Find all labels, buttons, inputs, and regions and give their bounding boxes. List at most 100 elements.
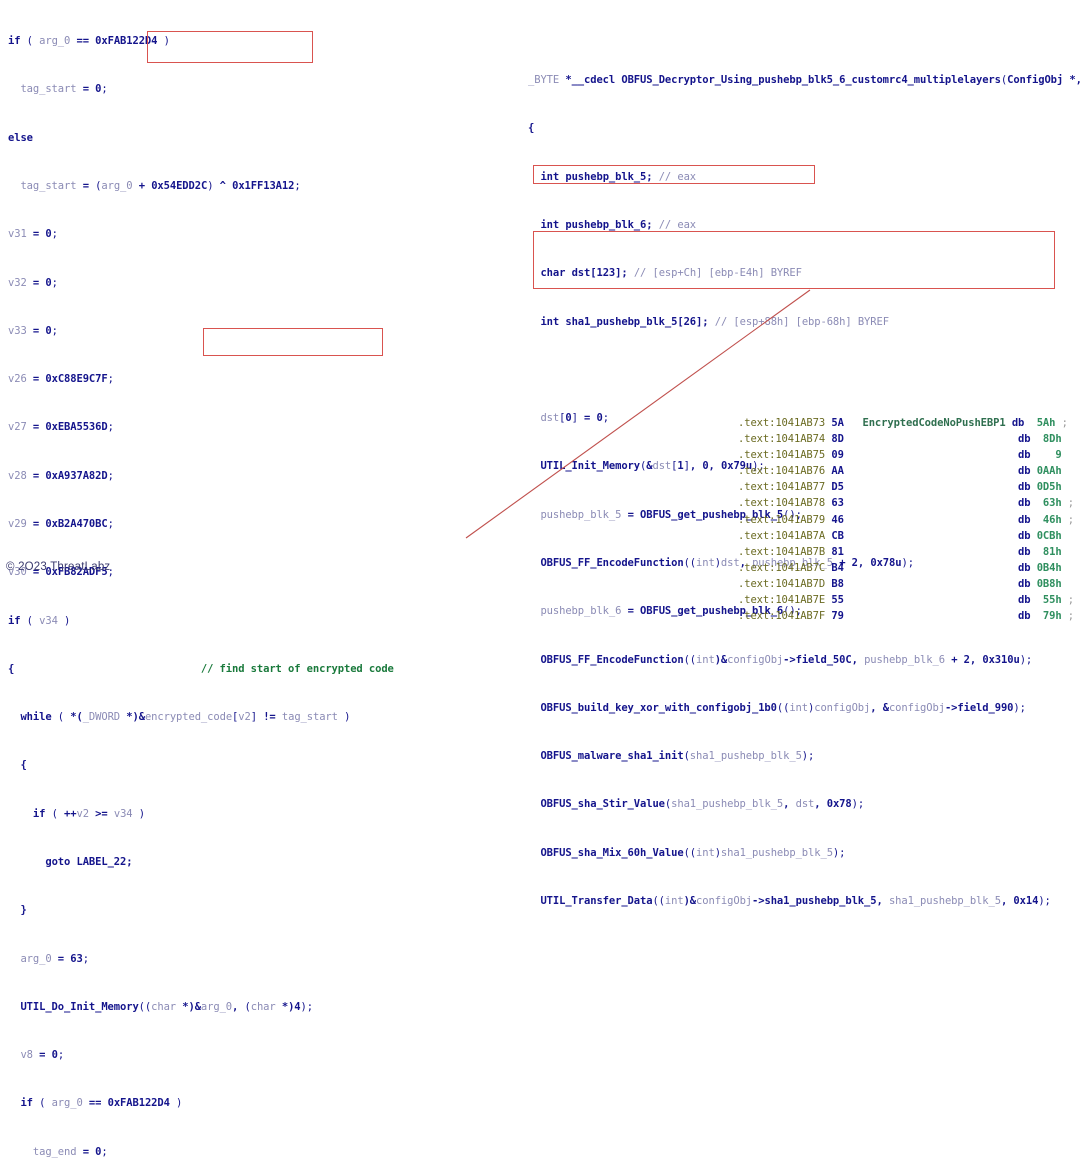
disassembly-bytes: 79 <box>831 610 844 623</box>
screenshot-root: { "colors": { "background": "#ffffff", "… <box>0 0 1080 1158</box>
disassembly-gap <box>844 449 1018 461</box>
disassembly-comment: ; c <box>1067 497 1075 510</box>
disassembly-comment: ; y <box>1067 610 1075 623</box>
code-line: int sha1_pushebp_blk_5[26]; // [esp+88h]… <box>540 315 889 328</box>
disassembly-gap <box>844 481 1018 493</box>
disassembly-row[interactable]: .text:1041AB75 09 db 9 <box>738 447 1080 463</box>
code-line: UTIL_Transfer_Data((int)&configObj->sha1… <box>540 894 1051 907</box>
disassembly-bytes: 55 <box>831 594 844 607</box>
code-line: v29 = 0xB2A470BC; <box>8 518 114 530</box>
code-line: v8 = 0; <box>20 1049 65 1062</box>
code-line: v28 = 0xA937A82D; <box>8 469 114 482</box>
disassembly-operand: 0CBh <box>1030 529 1062 542</box>
disassembly-comment: ; U <box>1067 594 1075 607</box>
code-line: UTIL_Do_Init_Memory((char *)&arg_0, (cha… <box>20 1000 313 1013</box>
code-line: if ( arg_0 == 0xFAB122D4 ) <box>20 1097 183 1110</box>
disassembly-bytes: B4 <box>831 561 844 574</box>
disassembly-operand: 55h <box>1030 594 1062 607</box>
code-line: OBFUS_FF_EncodeFunction((int)&configObj-… <box>540 653 1033 666</box>
disassembly-bytes: 63 <box>831 497 844 510</box>
disassembly-bytes: 46 <box>831 513 844 526</box>
code-line: OBFUS_build_key_xor_with_configobj_1b0((… <box>540 701 1026 714</box>
disassembly-panel: .text:1041AB73 5A EncryptedCodeNoPushEBP… <box>738 415 1080 624</box>
disassembly-row[interactable]: .text:1041AB7E 55 db 55h ; U <box>738 592 1080 608</box>
disassembly-row[interactable]: .text:1041AB76 AA db 0AAh <box>738 463 1080 479</box>
disassembly-row[interactable]: .text:1041AB78 63 db 63h ; c <box>738 495 1080 511</box>
disassembly-mnemonic: db <box>1018 433 1031 446</box>
disassembly-bytes: B8 <box>831 577 844 590</box>
disassembly-gap <box>844 497 1018 509</box>
code-line: int pushebp_blk_6; // eax <box>540 219 697 232</box>
function-signature: _BYTE *__cdecl OBFUS_Decryptor_Using_pus… <box>528 74 1080 87</box>
code-line: { // find start of encrypted code <box>8 662 394 675</box>
code-line: while ( *(_DWORD *)&encrypted_code[v2] !… <box>20 711 351 724</box>
disassembly-address: .text:1041AB7D <box>738 577 826 590</box>
disassembly-address: .text:1041AB7E <box>738 594 826 607</box>
code-line: char dst[123]; // [esp+Ch] [ebp-E4h] BYR… <box>540 267 802 280</box>
code-line: v27 = 0xEBA5536D; <box>8 421 114 434</box>
disassembly-row[interactable]: .text:1041AB74 8D db 8Dh <box>738 431 1080 447</box>
disassembly-mnemonic: db <box>1018 449 1031 462</box>
code-line: v26 = 0xC88E9C7F; <box>8 373 114 386</box>
code-line: { <box>20 759 27 772</box>
disassembly-mnemonic: db <box>1018 497 1031 510</box>
disassembly-row[interactable]: .text:1041AB7B 81 db 81h <box>738 544 1080 560</box>
disassembly-gap <box>844 417 863 429</box>
disassembly-address: .text:1041AB7B <box>738 545 826 558</box>
disassembly-bytes: 81 <box>831 545 844 558</box>
disassembly-comment: ; <box>1055 417 1068 429</box>
disassembly-row[interactable]: .text:1041AB77 D5 db 0D5h <box>738 479 1080 495</box>
disassembly-operand: 9 <box>1030 449 1062 462</box>
disassembly-mnemonic: db <box>1018 545 1031 558</box>
disassembly-operand: 0D5h <box>1030 481 1062 494</box>
code-line: v32 = 0; <box>8 276 58 289</box>
code-line: OBFUS_malware_sha1_init(sha1_pushebp_blk… <box>540 750 815 763</box>
disassembly-operand: 0B8h <box>1030 577 1062 590</box>
disassembly-mnemonic: db <box>1018 529 1031 542</box>
disassembly-row[interactable]: .text:1041AB73 5A EncryptedCodeNoPushEBP… <box>738 415 1080 431</box>
disassembly-label[interactable]: EncryptedCodeNoPushEBP1 <box>862 417 1005 429</box>
code-line: tag_end = 0; <box>32 1145 108 1158</box>
disassembly-address: .text:1041AB75 <box>738 449 826 462</box>
disassembly-row[interactable]: .text:1041AB79 46 db 46h ; F <box>738 512 1080 528</box>
disassembly-mnemonic: db <box>1018 561 1031 574</box>
disassembly-address: .text:1041AB7A <box>738 529 826 542</box>
disassembly-bytes: 09 <box>831 449 844 462</box>
disassembly-gap <box>844 530 1018 542</box>
disassembly-gap <box>844 465 1018 477</box>
disassembly-mnemonic: db <box>1018 465 1031 478</box>
disassembly-address: .text:1041AB76 <box>738 465 826 478</box>
disassembly-row[interactable]: .text:1041AB7A CB db 0CBh <box>738 528 1080 544</box>
disassembly-address: .text:1041AB73 <box>738 417 826 429</box>
disassembly-gap <box>844 578 1018 590</box>
disassembly-gap <box>844 433 1018 445</box>
code-line: OBFUS_sha_Mix_60h_Value((int)sha1_pusheb… <box>540 846 846 859</box>
disassembly-row[interactable]: .text:1041AB7D B8 db 0B8h <box>738 576 1080 592</box>
disassembly-address: .text:1041AB7F <box>738 610 826 623</box>
code-line: { <box>528 122 535 135</box>
code-line: tag_start = (arg_0 + 0x54EDD2C) ^ 0x1FF1… <box>20 180 301 193</box>
disassembly-gap <box>844 594 1018 606</box>
disassembly-operand: 81h <box>1030 545 1062 558</box>
code-line: else <box>8 131 33 144</box>
disassembly-bytes: D5 <box>831 481 844 494</box>
code-line: v31 = 0; <box>8 228 58 241</box>
disassembly-comment: ; F <box>1067 513 1075 526</box>
code-line: OBFUS_sha_Stir_Value(sha1_pushebp_blk_5,… <box>540 798 865 811</box>
disassembly-address: .text:1041AB74 <box>738 433 826 446</box>
code-line: if ( arg_0 == 0xFAB122D4 ) <box>8 35 170 48</box>
code-line: v33 = 0; <box>8 324 58 337</box>
disassembly-bytes: CB <box>831 529 844 542</box>
disassembly-mnemonic: db <box>1018 610 1031 623</box>
code-line: tag_start = 0; <box>20 83 108 96</box>
code-line: arg_0 = 63; <box>20 952 89 965</box>
disassembly-row[interactable]: .text:1041AB7F 79 db 79h ; y <box>738 608 1080 624</box>
disassembly-bytes: 5A <box>831 417 844 429</box>
disassembly-row[interactable]: .text:1041AB7C B4 db 0B4h <box>738 560 1080 576</box>
disassembly-gap <box>844 610 1018 622</box>
code-line: if ( v34 ) <box>8 614 71 627</box>
disassembly-mnemonic: db <box>1018 513 1031 526</box>
disassembly-address: .text:1041AB77 <box>738 481 826 494</box>
disassembly-gap <box>844 562 1018 574</box>
